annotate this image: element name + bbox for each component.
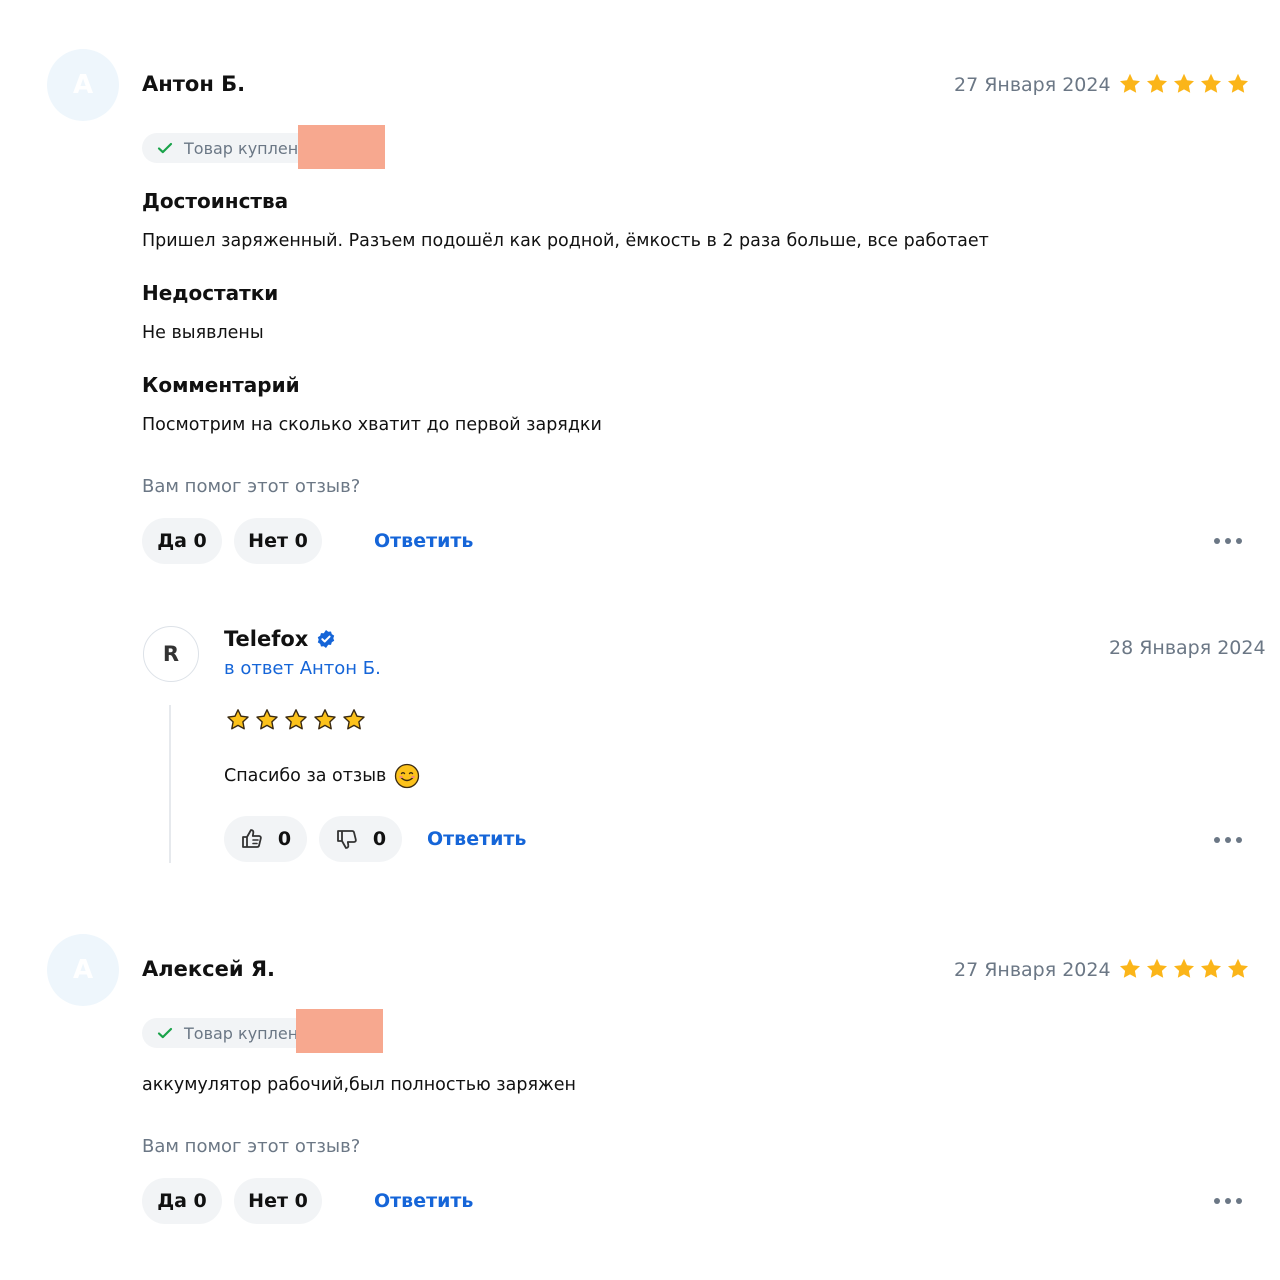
helpful-yes-button[interactable]: Да 0 <box>142 1178 222 1224</box>
reply-to-reply-button[interactable]: Ответить <box>427 828 526 850</box>
helpful-no-button[interactable]: Нет 0 <box>234 1178 322 1224</box>
rating-stars <box>1118 72 1250 96</box>
redacted-store-name <box>296 1009 383 1053</box>
reply-button[interactable]: Ответить <box>374 1190 473 1212</box>
review-date: 27 Января 2024 <box>954 74 1111 96</box>
star-emoji-icon <box>256 709 278 730</box>
pros-title: Достоинства <box>142 189 289 213</box>
smiling-face-icon <box>395 763 420 789</box>
star-icon <box>1228 73 1248 93</box>
check-icon <box>157 1027 173 1039</box>
more-options-icon[interactable] <box>1214 1198 1242 1204</box>
star-emoji-icon <box>314 709 336 730</box>
in-reply-to[interactable]: в ответ Антон Б. <box>224 658 381 679</box>
check-icon <box>157 142 173 154</box>
avatar-letter: А <box>72 955 94 985</box>
rating-stars <box>1118 957 1250 981</box>
comment-title: Комментарий <box>142 373 300 397</box>
dislike-button[interactable]: 0 <box>319 816 402 862</box>
more-options-icon[interactable] <box>1214 538 1242 544</box>
purchase-badge: Товар куплен <box>142 1018 317 1048</box>
helpful-yes-button[interactable]: Да 0 <box>142 518 222 564</box>
seller-avatar: R <box>143 626 199 682</box>
star-icon <box>1228 958 1248 978</box>
dislike-count: 0 <box>372 828 387 850</box>
reply-date: 28 Января 2024 <box>1109 637 1266 659</box>
purchase-badge-label: Товар куплен <box>184 1023 299 1043</box>
star-icon <box>1201 73 1221 93</box>
like-button[interactable]: 0 <box>224 816 307 862</box>
reviewer-avatar: А <box>47 49 119 121</box>
reply-text-row: Спасибо за отзыв <box>224 763 420 789</box>
seller-avatar-letter: R <box>162 642 180 666</box>
reply-text: Спасибо за отзыв <box>224 766 387 786</box>
review-text: аккумулятор рабочий,был полностью заряже… <box>142 1075 576 1095</box>
star-emoji-icon <box>227 709 249 730</box>
star-icon <box>1120 73 1140 93</box>
star-icon <box>1174 958 1194 978</box>
redacted-store-name <box>298 125 385 169</box>
star-icon <box>1147 73 1167 93</box>
thumbs-down-icon <box>335 827 359 851</box>
seller-name-row: Telefox <box>224 627 336 651</box>
helpful-no-button[interactable]: Нет 0 <box>234 518 322 564</box>
reviewer-name[interactable]: Алексей Я. <box>142 957 275 981</box>
reply-button[interactable]: Ответить <box>374 530 473 552</box>
cons-text: Не выявлены <box>142 323 264 343</box>
star-icon <box>1120 958 1140 978</box>
star-icon <box>1201 958 1221 978</box>
reviewer-avatar: А <box>47 934 119 1006</box>
thread-line <box>169 705 171 863</box>
star-emoji-icon <box>285 709 307 730</box>
seller-name[interactable]: Telefox <box>224 627 308 651</box>
helpful-question: Вам помог этот отзыв? <box>142 1136 361 1157</box>
pros-text: Пришел заряженный. Разъем подошёл как ро… <box>142 231 989 251</box>
thumbs-up-icon <box>240 827 264 851</box>
reviewer-name[interactable]: Антон Б. <box>142 72 245 96</box>
reply-more-options-icon[interactable] <box>1214 837 1242 843</box>
review-date: 27 Января 2024 <box>954 959 1111 981</box>
like-count: 0 <box>277 828 292 850</box>
comment-text: Посмотрим на сколько хватит до первой за… <box>142 415 602 435</box>
star-emoji-icon <box>343 709 365 730</box>
emoji-stars <box>226 708 366 732</box>
avatar-letter: А <box>72 70 94 100</box>
purchase-badge-label: Товар куплен в <box>184 138 313 158</box>
star-icon <box>1174 73 1194 93</box>
helpful-question: Вам помог этот отзыв? <box>142 476 361 497</box>
star-icon <box>1147 958 1167 978</box>
cons-title: Недостатки <box>142 281 279 305</box>
verified-badge-icon <box>318 630 335 648</box>
